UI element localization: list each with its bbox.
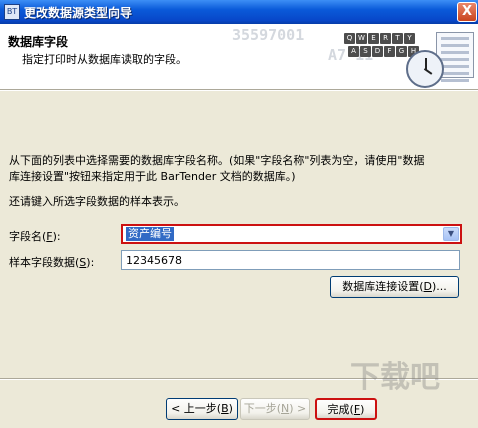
instructions-text: 库连接设置"按钮来指定用于此 BarTender 文档的数据库。) — [9, 170, 296, 183]
finish-button[interactable]: 完成(F) — [315, 398, 377, 420]
db-connection-settings-button[interactable]: 数据库连接设置(D)... — [330, 276, 459, 298]
close-button[interactable]: X — [457, 2, 477, 22]
window-title: 更改数据源类型向导 — [24, 6, 133, 20]
app-icon: BT — [4, 4, 20, 20]
field-name-label: 字段名(F): — [9, 230, 61, 243]
field-name-select[interactable]: 资产编号 ▼ — [121, 224, 462, 244]
sample-data-field[interactable]: 12345678 — [121, 250, 460, 270]
barcode-digits: 35597001 — [232, 26, 305, 44]
keyboard-icon: Q W E R T Y A S D F G H — [344, 33, 419, 59]
field-name-value: 资产编号 — [126, 227, 174, 241]
back-button[interactable]: < 上一步(B) — [166, 398, 238, 420]
header-divider — [0, 89, 478, 91]
instructions-text: 从下面的列表中选择需要的数据库字段名称。(如果"字段名称"列表为空，请使用"数据 — [9, 154, 425, 167]
next-button[interactable]: 下一步(N) > — [240, 398, 310, 420]
sample-data-label: 样本字段数据(S): — [9, 256, 95, 269]
page-subtitle: 指定打印时从数据库读取的字段。 — [22, 53, 187, 66]
chevron-down-icon[interactable]: ▼ — [443, 227, 459, 241]
wizard-header: 数据库字段 指定打印时从数据库读取的字段。 35597001 A7-11 Q W… — [0, 24, 478, 89]
sample-prompt: 还请键入所选字段数据的样本表示。 — [9, 195, 185, 208]
page-title: 数据库字段 — [8, 35, 69, 49]
clock-icon — [406, 50, 444, 88]
title-bar: BT 更改数据源类型向导 X — [0, 0, 478, 24]
